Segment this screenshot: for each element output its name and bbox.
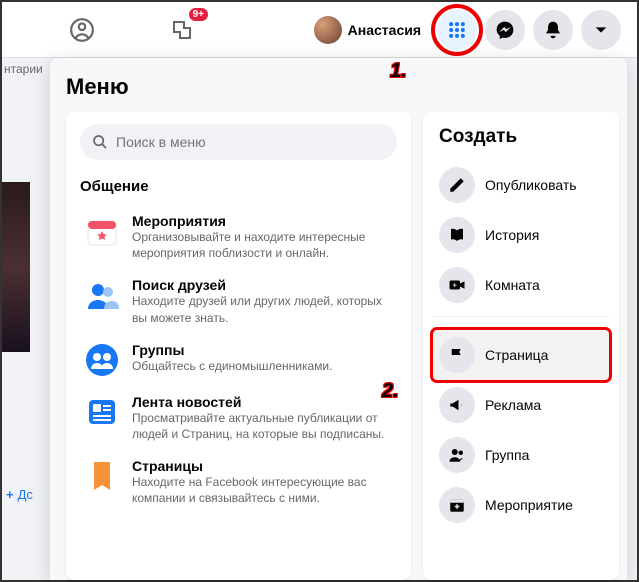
menu-item-title: Страницы <box>132 458 393 474</box>
gaming-icon <box>170 18 194 42</box>
notifications-button[interactable] <box>533 10 573 50</box>
create-item-page[interactable]: Страница <box>433 330 609 380</box>
calendar-plus-icon <box>439 487 475 523</box>
menu-item-desc: Общайтесь с единомышленниками. <box>132 358 393 374</box>
grid-icon <box>447 20 467 40</box>
groups-list-icon <box>84 342 120 378</box>
menu-item-find-friends[interactable]: Поиск друзей Находите друзей или других … <box>80 269 397 333</box>
create-item-story[interactable]: История <box>433 210 609 260</box>
video-icon: + <box>439 267 475 303</box>
menu-item-desc: Находите на Facebook интересующие вас ко… <box>132 474 393 506</box>
menu-item-groups[interactable]: Группы Общайтесь с единомышленниками. <box>80 334 397 386</box>
friends-icon <box>84 277 120 313</box>
create-item-label: Группа <box>485 447 529 463</box>
newsfeed-icon <box>84 394 120 430</box>
side-story-fragment <box>2 182 30 352</box>
group-create-icon <box>439 437 475 473</box>
groups-tab[interactable] <box>62 10 102 50</box>
create-item-event[interactable]: Мероприятие <box>433 480 609 530</box>
menu-panel: Меню Общение Мероприятия Организовывайте… <box>50 58 627 580</box>
menu-item-desc: Находите друзей или других людей, которы… <box>132 293 393 325</box>
groups-icon <box>69 17 95 43</box>
create-column: Создать Опубликовать История + <box>423 112 619 580</box>
bell-icon <box>543 20 563 40</box>
events-icon <box>84 213 120 249</box>
pages-icon <box>84 458 120 494</box>
topbar: 9+ Анастасия <box>2 2 637 58</box>
menu-item-title: Поиск друзей <box>132 277 393 293</box>
compose-icon <box>439 167 475 203</box>
menu-item-title: Мероприятия <box>132 213 393 229</box>
menu-item-desc: Просматривайте актуальные публикации от … <box>132 410 393 442</box>
create-item-label: Страница <box>485 347 548 363</box>
book-icon <box>439 217 475 253</box>
svg-text:+: + <box>453 280 458 289</box>
create-item-label: Опубликовать <box>485 177 577 193</box>
menu-button[interactable] <box>437 10 477 50</box>
create-title: Создать <box>433 126 609 148</box>
create-item-group[interactable]: Группа <box>433 430 609 480</box>
menu-item-pages[interactable]: Страницы Находите на Facebook интересующ… <box>80 450 397 514</box>
gaming-badge: 9+ <box>189 8 208 21</box>
create-item-label: Реклама <box>485 397 541 413</box>
create-item-post[interactable]: Опубликовать <box>433 160 609 210</box>
menu-item-title: Лента новостей <box>132 394 393 410</box>
annotation-1: 1. <box>390 60 407 83</box>
messenger-icon <box>495 20 515 40</box>
create-item-label: Мероприятие <box>485 497 573 513</box>
menu-title: Меню <box>66 74 619 100</box>
menu-item-desc: Организовывайте и находите интересные ме… <box>132 229 393 261</box>
megaphone-icon <box>439 387 475 423</box>
create-item-ad[interactable]: Реклама <box>433 380 609 430</box>
nav-tabs: 9+ <box>62 10 202 50</box>
gaming-tab[interactable]: 9+ <box>162 10 202 50</box>
create-item-label: История <box>485 227 539 243</box>
flag-icon <box>439 337 475 373</box>
chevron-down-icon <box>593 22 609 38</box>
create-item-room[interactable]: + Комната <box>433 260 609 310</box>
create-item-label: Комната <box>485 277 540 293</box>
plus-icon: + <box>6 487 14 502</box>
search-icon <box>92 134 108 150</box>
account-button[interactable] <box>581 10 621 50</box>
messenger-button[interactable] <box>485 10 525 50</box>
menu-left-column: Общение Мероприятия Организовывайте и на… <box>66 112 411 580</box>
profile-name: Анастасия <box>348 22 421 38</box>
profile-chip[interactable]: Анастасия <box>310 12 429 48</box>
annotation-2: 2. <box>382 380 399 403</box>
avatar <box>314 16 342 44</box>
menu-item-newsfeed[interactable]: Лента новостей Просматривайте актуальные… <box>80 386 397 450</box>
side-fragment-text: нтарии <box>2 62 44 76</box>
menu-item-title: Группы <box>132 342 393 358</box>
menu-section-label: Общение <box>80 178 397 195</box>
side-link-fragment[interactable]: + Дс <box>6 487 33 502</box>
menu-search-input[interactable] <box>116 134 385 150</box>
menu-search[interactable] <box>80 124 397 160</box>
menu-item-events[interactable]: Мероприятия Организовывайте и находите и… <box>80 205 397 269</box>
